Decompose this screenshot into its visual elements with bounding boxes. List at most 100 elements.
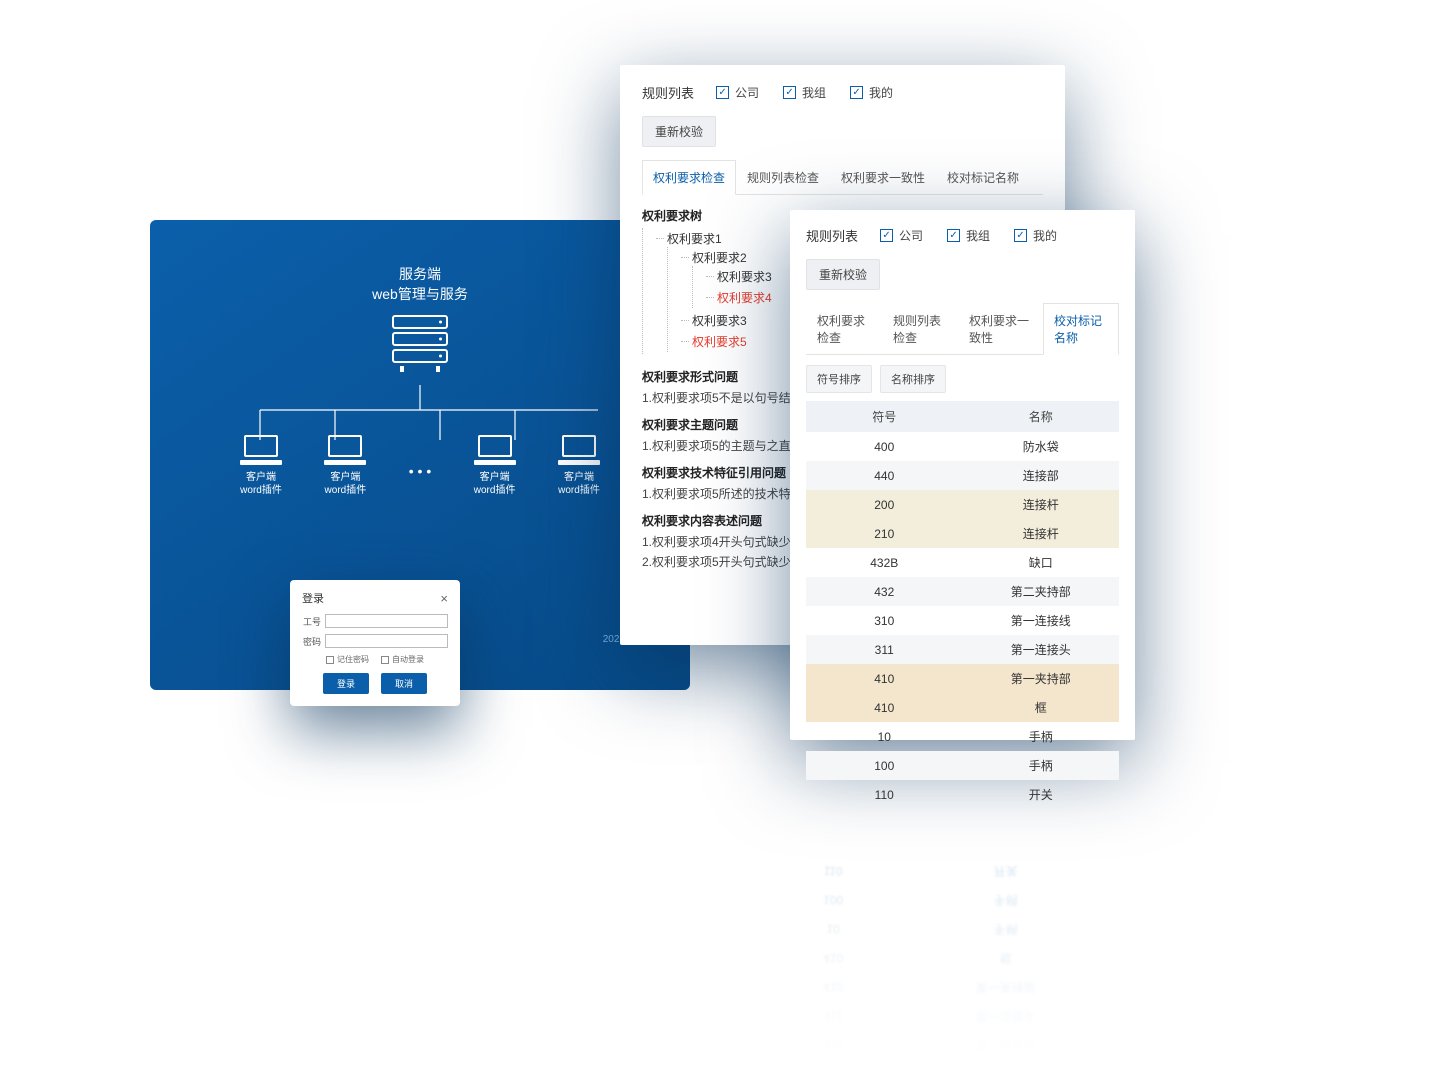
tree-node-label: 权利要求3 xyxy=(692,314,747,328)
rules-list-title: 规则列表 xyxy=(806,226,858,245)
tab-claims-check[interactable]: 权利要求检查 xyxy=(806,303,882,355)
table-cell: 第一夹持部 xyxy=(963,664,1120,693)
sort-by-symbol-button[interactable]: 符号排序 xyxy=(806,365,872,393)
login-button[interactable]: 登录 xyxy=(323,673,369,694)
login-dialog: 登录 × 工号 密码 记住密码 自动登录 登录 取消 xyxy=(290,580,460,706)
tabs: 权利要求检查 规则列表检查 权利要求一致性 校对标记名称 xyxy=(806,302,1119,355)
login-field1-input[interactable] xyxy=(325,614,448,628)
tab-rules-check[interactable]: 规则列表检查 xyxy=(736,160,830,195)
remember-password-label: 记住密码 xyxy=(337,654,369,665)
client-4-line2: word插件 xyxy=(558,485,600,496)
col-name: 名称 xyxy=(963,401,1120,432)
table-cell: 连接杆 xyxy=(963,519,1120,548)
laptop-icon xyxy=(558,435,600,465)
issue-text: 2.权利要求项5开头句式缺少 xyxy=(642,555,791,569)
table-row[interactable]: 440连接部 xyxy=(806,461,1119,490)
close-icon[interactable]: × xyxy=(440,591,448,606)
table-cell: 110 xyxy=(806,780,963,809)
table-cell: 400 xyxy=(806,432,963,461)
server-title: 服务端 web管理与服务 xyxy=(372,265,468,304)
table-cell: 10 xyxy=(806,722,963,751)
filter-group-checkbox[interactable]: ✓我组 xyxy=(947,227,990,244)
filter-mine-checkbox[interactable]: ✓我的 xyxy=(850,84,893,101)
table-cell: 410 xyxy=(806,664,963,693)
issue-text: 1.权利要求项5不是以句号结尾。 xyxy=(642,391,815,405)
filter-company-checkbox[interactable]: ✓公司 xyxy=(880,227,923,244)
login-field2-label: 密码 xyxy=(302,635,321,648)
filter-group-checkbox[interactable]: ✓我组 xyxy=(783,84,826,101)
filter-mine-label: 我的 xyxy=(869,84,893,101)
client-4-line1: 客户端 xyxy=(564,472,594,483)
table-row[interactable]: 110开关 xyxy=(806,780,1119,809)
tree-node-label: 权利要求3 xyxy=(717,270,772,284)
client-2: 客户端 word插件 xyxy=(324,435,366,497)
table-cell: 连接部 xyxy=(963,461,1120,490)
remember-password-checkbox[interactable]: 记住密码 xyxy=(326,654,369,665)
filter-mine-checkbox[interactable]: ✓我的 xyxy=(1014,227,1057,244)
table-cell: 100 xyxy=(806,751,963,780)
table-row[interactable]: 310第一连接线 xyxy=(806,606,1119,635)
login-field2-input[interactable] xyxy=(325,634,448,648)
filter-group-label: 我组 xyxy=(966,227,990,244)
table-cell: 连接杆 xyxy=(963,490,1120,519)
table-cell: 第一连接头 xyxy=(963,635,1120,664)
ellipsis-icon: • • • xyxy=(409,453,431,479)
table-row[interactable]: 10手柄 xyxy=(806,722,1119,751)
table-row[interactable]: 100手柄 xyxy=(806,751,1119,780)
table-cell: 440 xyxy=(806,461,963,490)
laptop-icon xyxy=(474,435,516,465)
table-row[interactable]: 410第一夹持部 xyxy=(806,664,1119,693)
tab-consistency[interactable]: 权利要求一致性 xyxy=(830,160,936,195)
rules-list-title: 规则列表 xyxy=(642,83,694,102)
mark-names-table: 符号 名称 400防水袋440连接部200连接杆210连接杆432B缺口432第… xyxy=(806,401,1119,809)
tree-node-label: 权利要求2 xyxy=(692,251,747,265)
issue-text: 1.权利要求项5所述的技术特征 xyxy=(642,487,803,501)
auto-login-checkbox[interactable]: 自动登录 xyxy=(381,654,424,665)
table-row[interactable]: 432B缺口 xyxy=(806,548,1119,577)
table-row[interactable]: 432第二夹持部 xyxy=(806,577,1119,606)
table-row[interactable]: 200连接杆 xyxy=(806,490,1119,519)
table-cell: 手柄 xyxy=(963,722,1120,751)
table-cell: 432 xyxy=(806,577,963,606)
client-4: 客户端 word插件 xyxy=(558,435,600,497)
table-cell: 第二夹持部 xyxy=(963,577,1120,606)
table-cell: 手柄 xyxy=(963,751,1120,780)
filter-company-label: 公司 xyxy=(899,227,923,244)
filter-company-checkbox[interactable]: ✓公司 xyxy=(716,84,759,101)
table-cell: 311 xyxy=(806,635,963,664)
tree-node-label: 权利要求5 xyxy=(692,335,747,349)
login-title: 登录 xyxy=(302,590,324,606)
table-cell: 210 xyxy=(806,519,963,548)
table-cell: 310 xyxy=(806,606,963,635)
reverify-button[interactable]: 重新校验 xyxy=(806,259,880,290)
reverify-button[interactable]: 重新校验 xyxy=(642,116,716,147)
table-row[interactable]: 311第一连接头 xyxy=(806,635,1119,664)
reflection-decoration: 310第一连接线311第一连接头410第一夹持部410框10手柄100手柄110… xyxy=(790,770,1135,1060)
table-row[interactable]: 410框 xyxy=(806,693,1119,722)
client-1: 客户端 word插件 xyxy=(240,435,282,497)
tab-claims-check[interactable]: 权利要求检查 xyxy=(642,160,736,195)
tab-consistency[interactable]: 权利要求一致性 xyxy=(958,303,1043,355)
table-row[interactable]: 210连接杆 xyxy=(806,519,1119,548)
table-row[interactable]: 400防水袋 xyxy=(806,432,1119,461)
table-cell: 开关 xyxy=(963,780,1120,809)
tab-rules-check[interactable]: 规则列表检查 xyxy=(882,303,958,355)
table-cell: 防水袋 xyxy=(963,432,1120,461)
client-1-line2: word插件 xyxy=(240,485,282,496)
tab-mark-name[interactable]: 校对标记名称 xyxy=(936,160,1030,195)
laptop-icon xyxy=(324,435,366,465)
tabs: 权利要求检查 规则列表检查 权利要求一致性 校对标记名称 xyxy=(642,159,1043,195)
filter-mine-label: 我的 xyxy=(1033,227,1057,244)
col-symbol: 符号 xyxy=(806,401,963,432)
login-field1-label: 工号 xyxy=(302,615,321,628)
client-2-line2: word插件 xyxy=(325,485,367,496)
cancel-button[interactable]: 取消 xyxy=(381,673,427,694)
table-cell: 432B xyxy=(806,548,963,577)
tree-node-label: 权利要求4 xyxy=(717,291,772,305)
tab-mark-name[interactable]: 校对标记名称 xyxy=(1043,303,1119,355)
server-title-line1: 服务端 xyxy=(399,266,441,282)
client-2-line1: 客户端 xyxy=(330,472,360,483)
sort-by-name-button[interactable]: 名称排序 xyxy=(880,365,946,393)
table-cell: 第一连接线 xyxy=(963,606,1120,635)
client-1-line1: 客户端 xyxy=(246,472,276,483)
